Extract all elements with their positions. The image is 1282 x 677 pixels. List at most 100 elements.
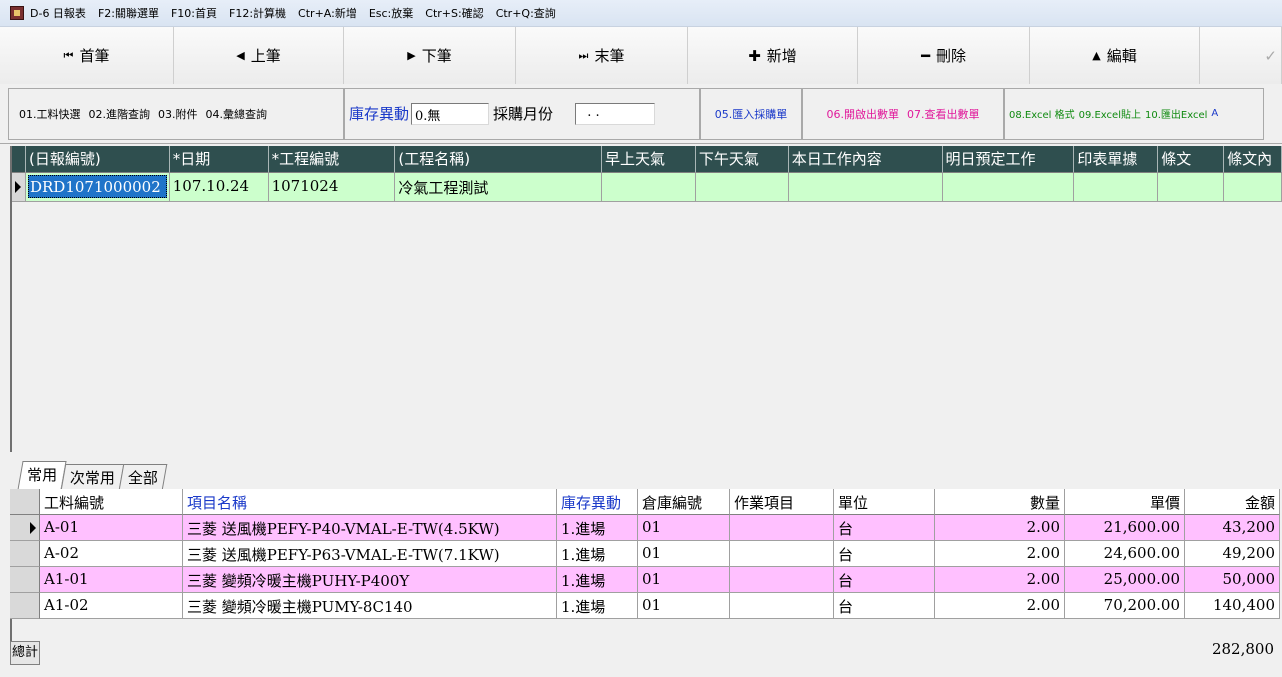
open-outbound-link[interactable]: 06.開啟出數單 [827, 106, 900, 122]
unit-price-cell[interactable]: 24,600.00 [1065, 541, 1185, 567]
delete-button[interactable]: ━ 刪除 [858, 27, 1030, 84]
project-no-cell[interactable]: 1071024 [268, 173, 396, 202]
tab-common[interactable]: 常用 [17, 461, 67, 490]
task-cell[interactable] [730, 541, 834, 567]
col-header[interactable]: 單價 [1065, 489, 1185, 515]
item-name-cell[interactable]: 三菱 變頻冷暖主機PUMY-8C140 [183, 593, 557, 619]
tomorrow-work-cell[interactable] [942, 173, 1075, 202]
morning-weather-cell[interactable] [602, 173, 696, 202]
excel-paste-link[interactable]: 09.Excel貼上 [1079, 106, 1141, 121]
add-button[interactable]: ✚ 新增 [688, 27, 858, 84]
col-header[interactable]: 早上天氣 [602, 146, 696, 173]
amount-cell[interactable]: 43,200 [1185, 515, 1280, 541]
col-header[interactable]: 明日預定工作 [942, 146, 1075, 173]
view-outbound-link[interactable]: 07.查看出數單 [907, 106, 980, 122]
amount-cell[interactable]: 50,000 [1185, 567, 1280, 593]
purchase-month-field[interactable]: . . [575, 102, 656, 125]
item-name-cell[interactable]: 三菱 變頻冷暖主機PUHY-P400Y [183, 567, 557, 593]
col-header[interactable]: 金額 [1185, 489, 1280, 515]
warehouse-cell[interactable]: 01 [638, 515, 730, 541]
export-excel-link[interactable]: 10.匯出Excel [1145, 106, 1207, 121]
quantity-cell[interactable]: 2.00 [935, 515, 1065, 541]
warehouse-cell[interactable]: 01 [638, 593, 730, 619]
tab-all[interactable]: 全部 [118, 464, 168, 490]
today-work-cell[interactable] [788, 173, 943, 202]
col-header[interactable]: 工料編號 [40, 489, 183, 515]
warehouse-cell[interactable]: 01 [638, 567, 730, 593]
unit-cell[interactable]: 台 [834, 567, 935, 593]
stock-change-cell[interactable]: 1.進場 [557, 567, 638, 593]
row-indicator [10, 515, 40, 541]
print-doc-cell[interactable] [1074, 173, 1159, 202]
next-record-button[interactable]: ▶ 下筆 [344, 27, 516, 84]
first-record-button[interactable]: ⏮ 首筆 [0, 27, 174, 84]
report-no-cell[interactable]: DRD1071000002 [25, 173, 170, 202]
col-header[interactable]: 單位 [834, 489, 935, 515]
table-row[interactable]: DRD1071000002 107.10.24 1071024 冷氣工程測試 [12, 173, 1282, 202]
col-header[interactable]: *日期 [169, 146, 269, 173]
col-header[interactable]: 作業項目 [730, 489, 834, 515]
import-purchase-button[interactable]: 05.匯入採購單 [700, 87, 802, 140]
attachment-link[interactable]: 03.附件 [158, 106, 198, 122]
item-name-cell[interactable]: 三菱 送風機PEFY-P40-VMAL-E-TW(4.5KW) [183, 515, 557, 541]
col-header[interactable]: 庫存異動 [557, 489, 638, 515]
project-name-cell[interactable]: 冷氣工程測試 [395, 173, 603, 202]
col-header[interactable]: 條文內 [1224, 146, 1282, 173]
edit-button[interactable]: ▲ 編輯 [1030, 27, 1200, 84]
unit-cell[interactable]: 台 [834, 515, 935, 541]
material-no-cell[interactable]: A1-02 [40, 593, 183, 619]
material-no-cell[interactable]: A-02 [40, 541, 183, 567]
stock-change-cell[interactable]: 1.進場 [557, 593, 638, 619]
task-cell[interactable] [730, 593, 834, 619]
col-header[interactable]: 倉庫編號 [638, 489, 730, 515]
quantity-cell[interactable]: 2.00 [935, 541, 1065, 567]
item-name-cell[interactable]: 三菱 送風機PEFY-P63-VMAL-E-TW(7.1KW) [183, 541, 557, 567]
stock-change-cell[interactable]: 1.進場 [557, 541, 638, 567]
summary-query-link[interactable]: 04.彙總查詢 [206, 106, 268, 122]
material-no-cell[interactable]: A1-01 [40, 567, 183, 593]
quantity-cell[interactable]: 2.00 [935, 567, 1065, 593]
purchase-month-label: 採購月份 [493, 105, 554, 123]
excel-format-link[interactable]: 08.Excel 格式 [1009, 106, 1075, 121]
task-cell[interactable] [730, 515, 834, 541]
warehouse-cell[interactable]: 01 [638, 541, 730, 567]
quantity-cell[interactable]: 2.00 [935, 593, 1065, 619]
task-cell[interactable] [730, 567, 834, 593]
table-row[interactable]: A-02 三菱 送風機PEFY-P63-VMAL-E-TW(7.1KW) 1.進… [10, 541, 1282, 567]
table-row[interactable]: A1-01 三菱 變頻冷暖主機PUHY-P400Y 1.進場 01 台 2.00… [10, 567, 1282, 593]
col-header[interactable]: 印表單據 [1074, 146, 1159, 173]
quick-materials-link[interactable]: 01.工料快選 [19, 106, 81, 122]
col-header[interactable]: *工程編號 [268, 146, 396, 173]
col-header[interactable]: 項目名稱 [183, 489, 557, 515]
material-no-cell[interactable]: A-01 [40, 515, 183, 541]
stock-change-field[interactable]: 0.無 [411, 102, 490, 125]
col-header[interactable]: 下午天氣 [695, 146, 789, 173]
unit-cell[interactable]: 台 [834, 593, 935, 619]
amount-cell[interactable]: 49,200 [1185, 541, 1280, 567]
afternoon-weather-cell[interactable] [695, 173, 789, 202]
prev-record-button[interactable]: ◀ 上筆 [174, 27, 344, 84]
confirm-button[interactable]: ✓ [1200, 27, 1282, 84]
more-options-link[interactable]: A [1211, 108, 1218, 119]
unit-cell[interactable]: 台 [834, 541, 935, 567]
unit-price-cell[interactable]: 70,200.00 [1065, 593, 1185, 619]
col-header[interactable]: (工程名稱) [395, 146, 603, 173]
date-cell[interactable]: 107.10.24 [169, 173, 269, 202]
unit-price-cell[interactable]: 21,600.00 [1065, 515, 1185, 541]
col-header[interactable]: 數量 [935, 489, 1065, 515]
materials-detail-grid[interactable]: 工料編號 項目名稱 庫存異動 倉庫編號 作業項目 單位 數量 單價 金額 A-0… [10, 489, 1282, 647]
col-header[interactable]: (日報編號) [25, 146, 170, 173]
unit-price-cell[interactable]: 25,000.00 [1065, 567, 1185, 593]
tab-secondary[interactable]: 次常用 [60, 464, 125, 490]
stock-change-cell[interactable]: 1.進場 [557, 515, 638, 541]
col-header[interactable]: 本日工作內容 [788, 146, 943, 173]
clause-cell[interactable] [1158, 173, 1225, 202]
last-record-button[interactable]: ⏭ 末筆 [516, 27, 688, 84]
col-header[interactable]: 條文 [1158, 146, 1225, 173]
advanced-query-link[interactable]: 02.進階查詢 [89, 106, 151, 122]
table-row[interactable]: A1-02 三菱 變頻冷暖主機PUMY-8C140 1.進場 01 台 2.00… [10, 593, 1282, 619]
amount-cell[interactable]: 140,400 [1185, 593, 1280, 619]
clause-content-cell[interactable] [1224, 173, 1282, 202]
daily-report-grid[interactable]: (日報編號) *日期 *工程編號 (工程名稱) 早上天氣 下午天氣 本日工作內容… [10, 146, 1282, 452]
table-row[interactable]: A-01 三菱 送風機PEFY-P40-VMAL-E-TW(4.5KW) 1.進… [10, 515, 1282, 541]
